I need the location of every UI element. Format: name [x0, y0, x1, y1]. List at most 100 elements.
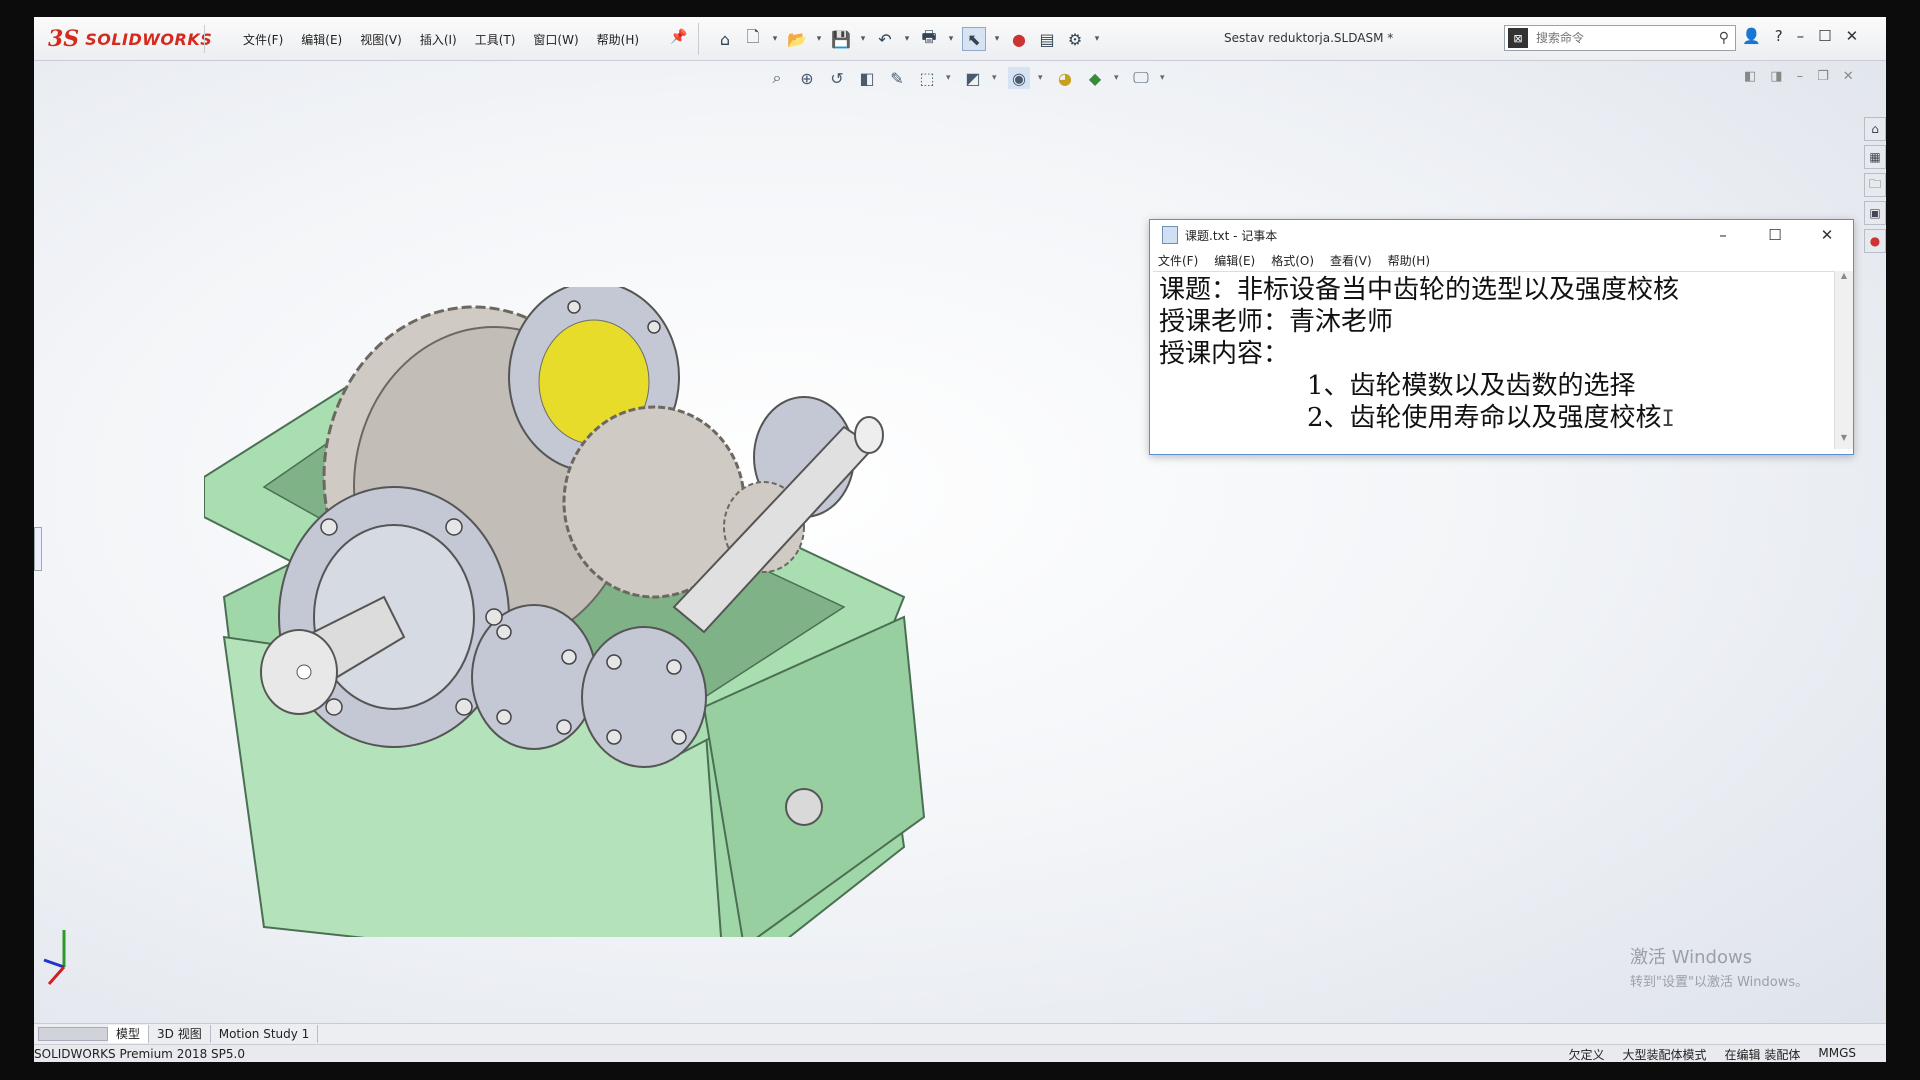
chevron-down-icon[interactable]: ▾	[1160, 73, 1168, 83]
chevron-down-icon[interactable]: ▾	[902, 28, 912, 50]
apply-scene-icon[interactable]: ◆	[1084, 67, 1106, 89]
close-icon[interactable]: ✕	[1801, 226, 1853, 244]
viewport-controls: ◧ ◨ – ❐ ✕	[1744, 69, 1854, 84]
tile-right-icon[interactable]: ◨	[1770, 69, 1782, 84]
solidworks-resources-icon[interactable]: ⌂	[1864, 117, 1886, 141]
home-icon[interactable]: ⌂	[714, 28, 736, 50]
middle-bearing-cover	[471, 604, 597, 750]
black-top-border	[0, 0, 1920, 17]
solidworks-logo[interactable]: 3S SOLIDWORKS	[48, 23, 212, 55]
gear-icon[interactable]: ⚙	[1064, 28, 1086, 50]
divider	[204, 25, 205, 53]
notepad-menu-view[interactable]: 查看(V)	[1330, 252, 1372, 269]
model-tabs-bar: 模型 3D 视图 Motion Study 1	[34, 1023, 1886, 1044]
maximize-icon[interactable]: ☐	[1818, 27, 1831, 45]
view-palette-icon[interactable]: ▣	[1864, 201, 1886, 225]
chevron-down-icon[interactable]: ▾	[946, 73, 954, 83]
chevron-down-icon[interactable]: ▾	[1092, 28, 1102, 50]
status-bar: SOLIDWORKS Premium 2018 SP5.0 欠定义 大型装配体模…	[34, 1044, 1886, 1062]
drain-plug	[785, 788, 823, 826]
user-icon[interactable]: 👤	[1742, 27, 1761, 45]
window-controls: 👤 ? – ☐ ✕	[1742, 27, 1858, 45]
hide-show-items-icon[interactable]: ◉	[1008, 67, 1030, 89]
dynamic-annotation-icon[interactable]: ✎	[886, 67, 908, 89]
text-line: 2、齿轮使用寿命以及强度校核	[1307, 403, 1662, 433]
select-cursor-icon[interactable]: ⬉	[962, 27, 986, 51]
feature-manager-collapse-handle[interactable]	[34, 527, 42, 571]
notepad-menu-edit[interactable]: 编辑(E)	[1214, 252, 1255, 269]
chevron-down-icon[interactable]: ▾	[1038, 73, 1046, 83]
maximize-icon[interactable]: ☐	[1749, 226, 1801, 244]
chevron-down-icon[interactable]: ▾	[946, 28, 956, 50]
new-document-icon[interactable]: 🗋	[742, 27, 764, 50]
menu-help[interactable]: 帮助(H)	[588, 31, 648, 48]
view-orientation-icon[interactable]: ⬚	[916, 67, 938, 89]
menu-window[interactable]: 窗口(W)	[524, 31, 587, 48]
previous-view-icon[interactable]: ↺	[826, 67, 848, 89]
gearbox-3d-model[interactable]	[204, 287, 1104, 937]
menu-edit[interactable]: 编辑(E)	[292, 31, 351, 48]
chevron-down-icon[interactable]: ▾	[992, 28, 1002, 50]
chevron-down-icon[interactable]: ▾	[858, 28, 868, 50]
black-left-border	[0, 0, 34, 1080]
save-icon[interactable]: 💾	[830, 28, 852, 50]
traffic-light-icon[interactable]: ●	[1008, 28, 1030, 50]
notepad-text-area[interactable]: 课题：非标设备当中齿轮的选型以及强度校核 授课老师：青沐老师 授课内容： 1、齿…	[1153, 271, 1841, 454]
notepad-scrollbar[interactable]: ▲ ▼	[1834, 271, 1853, 449]
tab-motion-study[interactable]: Motion Study 1	[211, 1025, 319, 1043]
minimize-icon[interactable]: –	[1697, 226, 1749, 244]
menu-file[interactable]: 文件(F)	[234, 31, 292, 48]
tab-scroll-arrows[interactable]	[38, 1027, 108, 1041]
scroll-down-icon[interactable]: ▼	[1835, 433, 1853, 449]
search-mode-icon[interactable]: ⊠	[1508, 28, 1528, 48]
units-selector[interactable]: MMGS	[1818, 1046, 1856, 1063]
zoom-to-fit-icon[interactable]: ⌕	[766, 67, 788, 89]
menu-view[interactable]: 视图(V)	[351, 31, 411, 48]
search-icon[interactable]: ⚲	[1719, 30, 1729, 46]
minimize-icon[interactable]: –	[1797, 27, 1805, 45]
notepad-menu-bar: 文件(F) 编辑(E) 格式(O) 查看(V) 帮助(H)	[1150, 250, 1853, 270]
pin-icon[interactable]: 📌	[670, 29, 687, 45]
notepad-menu-format[interactable]: 格式(O)	[1271, 252, 1314, 269]
notepad-window-controls: – ☐ ✕	[1697, 226, 1853, 244]
chevron-down-icon[interactable]: ▾	[770, 28, 780, 50]
notepad-menu-file[interactable]: 文件(F)	[1158, 252, 1198, 269]
zoom-to-area-icon[interactable]: ⊕	[796, 67, 818, 89]
section-view-icon[interactable]: ◧	[856, 67, 878, 89]
search-commands-box[interactable]: ⊠ ⚲	[1504, 25, 1736, 51]
minimize-icon[interactable]: –	[1797, 69, 1804, 84]
notepad-menu-help[interactable]: 帮助(H)	[1388, 252, 1430, 269]
edit-appearance-icon[interactable]: ◕	[1054, 67, 1076, 89]
text-line: 课题：非标设备当中齿轮的选型以及强度校核	[1159, 275, 1680, 305]
chevron-down-icon[interactable]: ▾	[992, 73, 1000, 83]
scroll-up-icon[interactable]: ▲	[1835, 271, 1853, 287]
task-pane-tabs: ⌂ ▦ 🗀 ▣ ●	[1864, 117, 1886, 253]
appearances-icon[interactable]: ●	[1864, 229, 1886, 253]
chevron-down-icon[interactable]: ▾	[1114, 73, 1122, 83]
view-settings-icon[interactable]: 🖵	[1130, 67, 1152, 89]
display-style-icon[interactable]: ◩	[962, 67, 984, 89]
search-input[interactable]	[1534, 30, 1719, 46]
notepad-window: 课题.txt - 记事本 – ☐ ✕ 文件(F) 编辑(E) 格式(O) 查看(…	[1149, 219, 1854, 455]
menu-tools[interactable]: 工具(T)	[466, 31, 525, 48]
tab-model[interactable]: 模型	[108, 1025, 150, 1043]
help-icon[interactable]: ?	[1775, 27, 1783, 45]
restore-icon[interactable]: ❐	[1817, 69, 1829, 84]
windows-activation-subtext: 转到"设置"以激活 Windows。	[1630, 975, 1809, 990]
close-icon[interactable]: ✕	[1846, 27, 1859, 45]
notepad-title-bar[interactable]: 课题.txt - 记事本 – ☐ ✕	[1150, 220, 1853, 250]
undo-icon[interactable]: ↶	[874, 28, 896, 50]
open-folder-icon[interactable]: 📂	[786, 28, 808, 50]
main-menu: 文件(F) 编辑(E) 视图(V) 插入(I) 工具(T) 窗口(W) 帮助(H…	[234, 31, 648, 48]
notepad-icon	[1162, 226, 1178, 244]
close-icon[interactable]: ✕	[1843, 69, 1854, 84]
tab-3d-view[interactable]: 3D 视图	[149, 1025, 211, 1043]
chevron-down-icon[interactable]: ▾	[814, 28, 824, 50]
tile-left-icon[interactable]: ◧	[1744, 69, 1756, 84]
print-icon[interactable]: 🖶	[918, 27, 940, 50]
text-line-with-caret: 2、齿轮使用寿命以及强度校核I	[1159, 402, 1835, 436]
design-library-icon[interactable]: ▦	[1864, 145, 1886, 169]
file-properties-icon[interactable]: ▤	[1036, 28, 1058, 50]
file-explorer-icon[interactable]: 🗀	[1864, 173, 1886, 197]
menu-insert[interactable]: 插入(I)	[411, 31, 466, 48]
